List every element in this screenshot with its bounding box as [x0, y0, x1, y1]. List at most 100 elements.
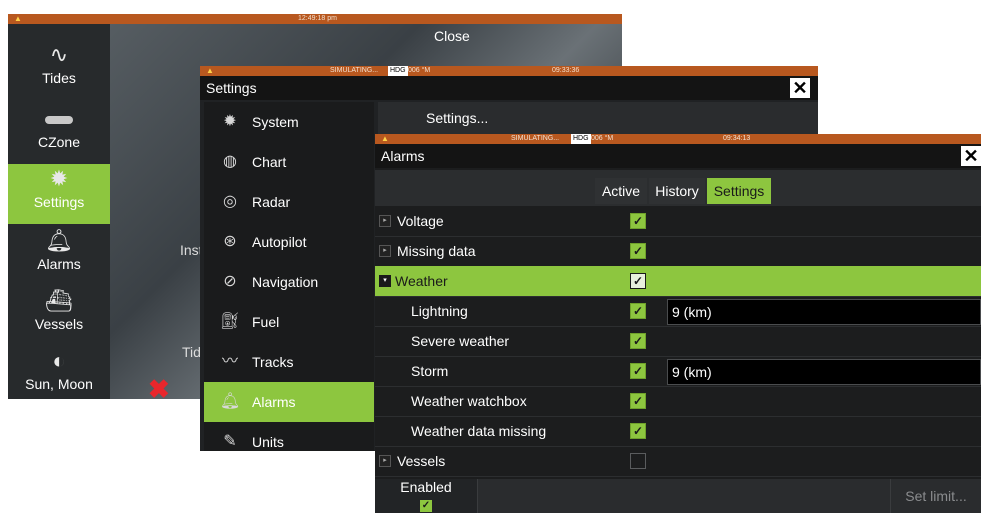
sidebar-item-sun-moon[interactable]: ◐ Sun, Moon [8, 346, 110, 399]
collapse-icon[interactable]: ▾ [379, 275, 391, 287]
list-item-severe-weather[interactable]: Severe weather ✓ [375, 326, 981, 357]
row-label: Missing data [397, 243, 476, 259]
menu-item-label: Alarms [252, 394, 296, 410]
close-button[interactable]: ✕ [961, 146, 981, 166]
vessels-icon: ⛴︎ [45, 288, 73, 313]
menu-item-label: Radar [252, 194, 291, 210]
warning-icon: ▲ [381, 134, 389, 143]
sidebar-item-label: Settings [33, 194, 85, 210]
tide-icon: ∿ [49, 42, 69, 67]
enabled-button[interactable]: Enabled ✓ [375, 479, 478, 513]
tab-bar: Active History Settings [375, 170, 981, 206]
close-button[interactable]: ✕ [790, 78, 810, 98]
expand-icon[interactable]: ▸ [379, 245, 391, 257]
list-item-missing-data[interactable]: ▸ Missing data ✓ [375, 236, 981, 267]
limit-value-field[interactable]: 9 (km) [667, 299, 981, 325]
status-hdg-label: HDG [571, 134, 591, 144]
checkbox[interactable]: ✓ [630, 303, 646, 319]
menu-item-label: Units [252, 434, 284, 450]
warning-icon: ▲ [206, 66, 214, 75]
sidebar-item-label: Tides [42, 70, 76, 86]
status-simulating: SIMULATING... [511, 135, 560, 142]
gear-icon: ✹ [49, 166, 69, 191]
list-item-voltage[interactable]: ▸ Voltage ✓ [375, 206, 981, 237]
row-label: Weather watchbox [411, 393, 527, 409]
sidebar-item-label: Alarms [37, 256, 81, 272]
limit-value-field[interactable]: 9 (km) [667, 359, 981, 385]
row-label: Lightning [411, 303, 468, 319]
list-item-weather[interactable]: ▾ Weather ✓ [375, 266, 981, 297]
status-time: 09:34:13 [723, 135, 751, 142]
globe-icon: ◍ [223, 153, 237, 170]
checkbox[interactable]: ✓ [630, 423, 646, 439]
menu-item-navigation[interactable]: ⊘ Navigation [204, 262, 374, 302]
checkbox[interactable]: ✓ [630, 273, 646, 289]
title-bar: Settings [200, 76, 818, 100]
list-item-weather-data-missing[interactable]: Weather data missing ✓ [375, 416, 981, 447]
sidebar: ∿ Tides CZone ✹ Settings 🔔︎ Alarms ⛴︎ Ve… [8, 24, 110, 399]
list-item-storm[interactable]: Storm ✓ 9 (km) [375, 356, 981, 387]
red-x-icon: ✖ [148, 374, 170, 399]
sidebar-item-alarms[interactable]: 🔔︎ Alarms [8, 226, 110, 286]
list-item-lightning[interactable]: Lightning ✓ 9 (km) [375, 296, 981, 327]
menu-item-units[interactable]: ✎ Units [204, 422, 374, 451]
set-limit-button[interactable]: Set limit... [890, 479, 981, 513]
alarms-window: ▲ SIMULATING... HDG 006 °M 09:34:13 Alar… [375, 134, 981, 513]
list-item-vessels[interactable]: ▸ Vessels [375, 446, 981, 477]
expand-icon[interactable]: ▸ [379, 455, 391, 467]
menu-item-chart[interactable]: ◍ Chart [204, 142, 374, 182]
status-hdg-label: HDG [388, 66, 408, 76]
sun-moon-icon: ◐ [52, 348, 66, 373]
compass-icon: ⊘ [223, 273, 237, 290]
czone-icon [8, 104, 110, 134]
status-simulating: SIMULATING... [330, 67, 379, 74]
fuel-icon: ⛽︎ [219, 313, 241, 330]
menu-item-autopilot[interactable]: ⊛ Autopilot [204, 222, 374, 262]
sidebar-item-tides[interactable]: ∿ Tides [8, 40, 110, 100]
sidebar-item-vessels[interactable]: ⛴︎ Vessels [8, 286, 110, 346]
row-label: Vessels [397, 453, 446, 469]
checkbox[interactable]: ✓ [630, 363, 646, 379]
menu-item-label: System [252, 114, 299, 130]
sidebar-item-label: Sun, Moon [25, 376, 93, 392]
row-label: Weather [395, 273, 448, 289]
tab-active[interactable]: Active [595, 178, 647, 204]
checkbox[interactable]: ✓ [630, 213, 646, 229]
autopilot-icon: ⊛ [223, 233, 237, 250]
checkbox[interactable] [630, 453, 646, 469]
menu-item-fuel[interactable]: ⛽︎ Fuel [204, 302, 374, 342]
sidebar-item-settings[interactable]: ✹ Settings [8, 164, 110, 224]
status-heading: 006 °M [591, 135, 614, 142]
checkbox[interactable]: ✓ [630, 243, 646, 259]
sidebar-item-label: Vessels [34, 316, 84, 332]
checkbox[interactable]: ✓ [630, 333, 646, 349]
row-label: Weather data missing [411, 423, 547, 439]
close-icon: ✕ [792, 78, 808, 98]
enabled-label: Enabled [400, 479, 452, 495]
row-label: Voltage [397, 213, 444, 229]
status-bar: ▲ SIMULATING... HDG 006 °M 09:33:36 [200, 66, 818, 76]
menu-item-radar[interactable]: ◎ Radar [204, 182, 374, 222]
menu-item-system[interactable]: ✹ System [204, 102, 374, 142]
bell-icon: 🔔︎ [219, 393, 241, 410]
close-button[interactable]: Close [434, 28, 470, 44]
menu-item-tracks[interactable]: 〰 Tracks [204, 342, 374, 382]
row-label: Storm [411, 363, 449, 379]
sidebar-item-czone[interactable]: CZone [8, 104, 110, 164]
tab-settings[interactable]: Settings [707, 178, 771, 204]
settings-menu: ✹ System ◍ Chart ◎ Radar ⊛ Autopilot ⊘ Naviga… [204, 102, 374, 451]
menu-item-alarms[interactable]: 🔔︎ Alarms [204, 382, 374, 422]
status-heading: 006 °M [408, 67, 431, 74]
tab-history[interactable]: History [649, 178, 705, 204]
menu-item-label: Fuel [252, 314, 280, 330]
status-bar: ▲ 12:49:18 pm [8, 14, 622, 24]
expand-icon[interactable]: ▸ [379, 215, 391, 227]
menu-item-label: Chart [252, 154, 287, 170]
menu-item-label: Navigation [252, 274, 319, 290]
close-icon: ✕ [963, 146, 979, 166]
warning-icon: ▲ [14, 14, 22, 23]
list-item-weather-watchbox[interactable]: Weather watchbox ✓ [375, 386, 981, 417]
bell-icon: 🔔︎ [45, 228, 73, 253]
checkbox[interactable]: ✓ [630, 393, 646, 409]
pencil-icon: ✎ [223, 433, 237, 450]
